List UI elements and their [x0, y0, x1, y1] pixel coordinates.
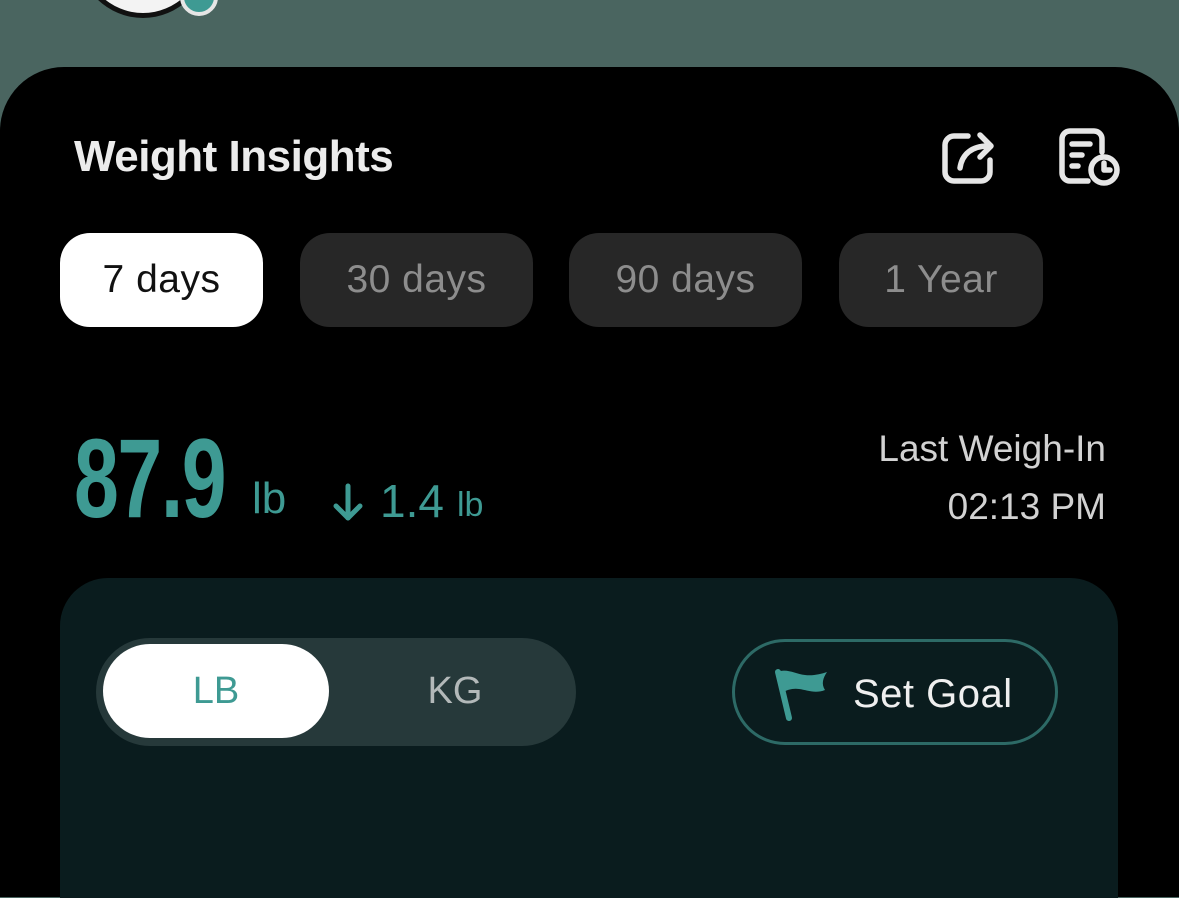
tab-1-year[interactable]: 1 Year — [839, 233, 1043, 327]
share-icon[interactable] — [938, 126, 1002, 190]
tab-30-days[interactable]: 30 days — [300, 233, 533, 327]
weight-change-unit: lb — [457, 486, 484, 524]
report-history-icon[interactable] — [1056, 126, 1120, 190]
set-goal-button[interactable]: Set Goal — [732, 639, 1058, 745]
set-goal-label: Set Goal — [853, 672, 1013, 716]
avatar-badge — [180, 0, 218, 16]
weight-change-value: 1.4 — [380, 475, 444, 527]
page-title: Weight Insights — [74, 132, 394, 181]
last-weighin-label: Last Weigh-In — [878, 428, 1106, 469]
unit-option-lb[interactable]: LB — [103, 644, 329, 738]
arrow-down-icon — [332, 483, 364, 523]
unit-toggle[interactable]: LB KG — [96, 638, 576, 746]
unit-option-kg[interactable]: KG — [342, 644, 568, 738]
avatar[interactable] — [78, 0, 218, 20]
current-weight-unit: lb — [252, 474, 287, 523]
tab-7-days[interactable]: 7 days — [60, 233, 263, 327]
last-weighin-time: 02:13 PM — [947, 486, 1106, 527]
current-weight-value: 87.9 — [74, 416, 227, 541]
flag-icon — [771, 666, 829, 722]
tab-90-days[interactable]: 90 days — [569, 233, 802, 327]
